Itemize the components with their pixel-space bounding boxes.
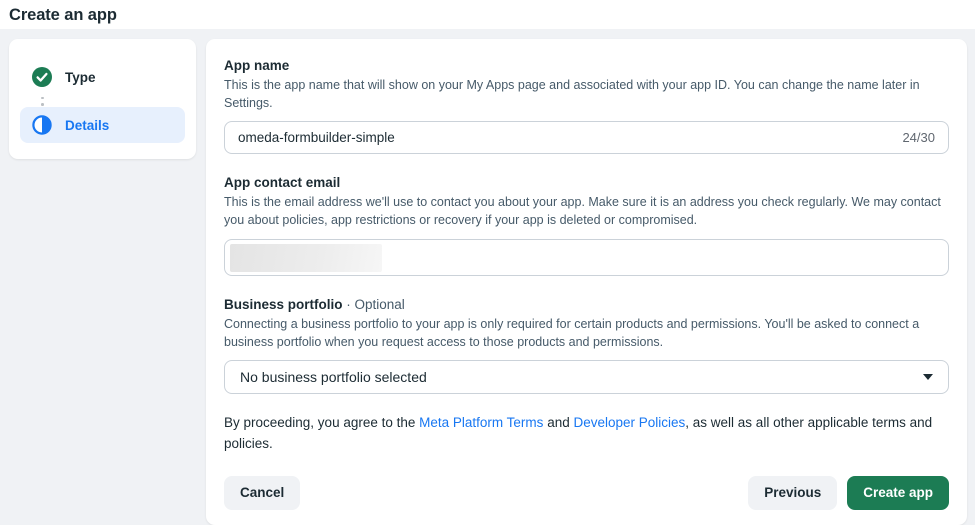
app-name-char-counter: 24/30	[902, 130, 935, 145]
step-connector	[41, 95, 185, 107]
caret-down-icon	[923, 374, 933, 380]
app-name-input-shell: 24/30	[224, 121, 949, 154]
step-type[interactable]: Type	[20, 59, 185, 95]
business-portfolio-label: Business portfolio · Optional	[224, 297, 949, 312]
contact-email-section: App contact email This is the email addr…	[224, 175, 949, 275]
app-name-section: App name This is the app name that will …	[224, 58, 949, 154]
business-portfolio-section: Business portfolio · Optional Connecting…	[224, 297, 949, 394]
step-details-label: Details	[65, 118, 109, 133]
app-name-label: App name	[224, 58, 949, 73]
contact-email-input-shell	[224, 239, 949, 276]
half-filled-circle-icon	[32, 115, 52, 135]
step-type-label: Type	[65, 70, 96, 85]
terms-text: By proceeding, you agree to the Meta Pla…	[224, 413, 949, 455]
meta-platform-terms-link[interactable]: Meta Platform Terms	[419, 415, 543, 430]
business-portfolio-dropdown[interactable]: No business portfolio selected	[224, 360, 949, 394]
contact-email-description: This is the email address we'll use to c…	[224, 193, 949, 229]
redacted-email-value	[230, 244, 382, 272]
developer-policies-link[interactable]: Developer Policies	[573, 415, 685, 430]
business-portfolio-selected-value: No business portfolio selected	[240, 369, 427, 385]
page-title: Create an app	[9, 6, 966, 25]
app-name-input[interactable]	[238, 122, 892, 153]
app-name-description: This is the app name that will show on y…	[224, 76, 949, 112]
content-area: Type Details App name This is the app na…	[0, 29, 975, 525]
cancel-button[interactable]: Cancel	[224, 476, 300, 510]
steps-sidebar: Type Details	[9, 39, 196, 159]
contact-email-label: App contact email	[224, 175, 949, 190]
business-portfolio-description: Connecting a business portfolio to your …	[224, 315, 949, 351]
page-header: Create an app	[0, 0, 975, 29]
form-footer: Cancel Previous Create app	[224, 476, 949, 510]
check-circle-icon	[32, 67, 52, 87]
previous-button[interactable]: Previous	[748, 476, 837, 510]
optional-tag: · Optional	[343, 297, 405, 312]
step-details[interactable]: Details	[20, 107, 185, 143]
create-app-form: App name This is the app name that will …	[206, 39, 967, 525]
create-app-button[interactable]: Create app	[847, 476, 949, 510]
